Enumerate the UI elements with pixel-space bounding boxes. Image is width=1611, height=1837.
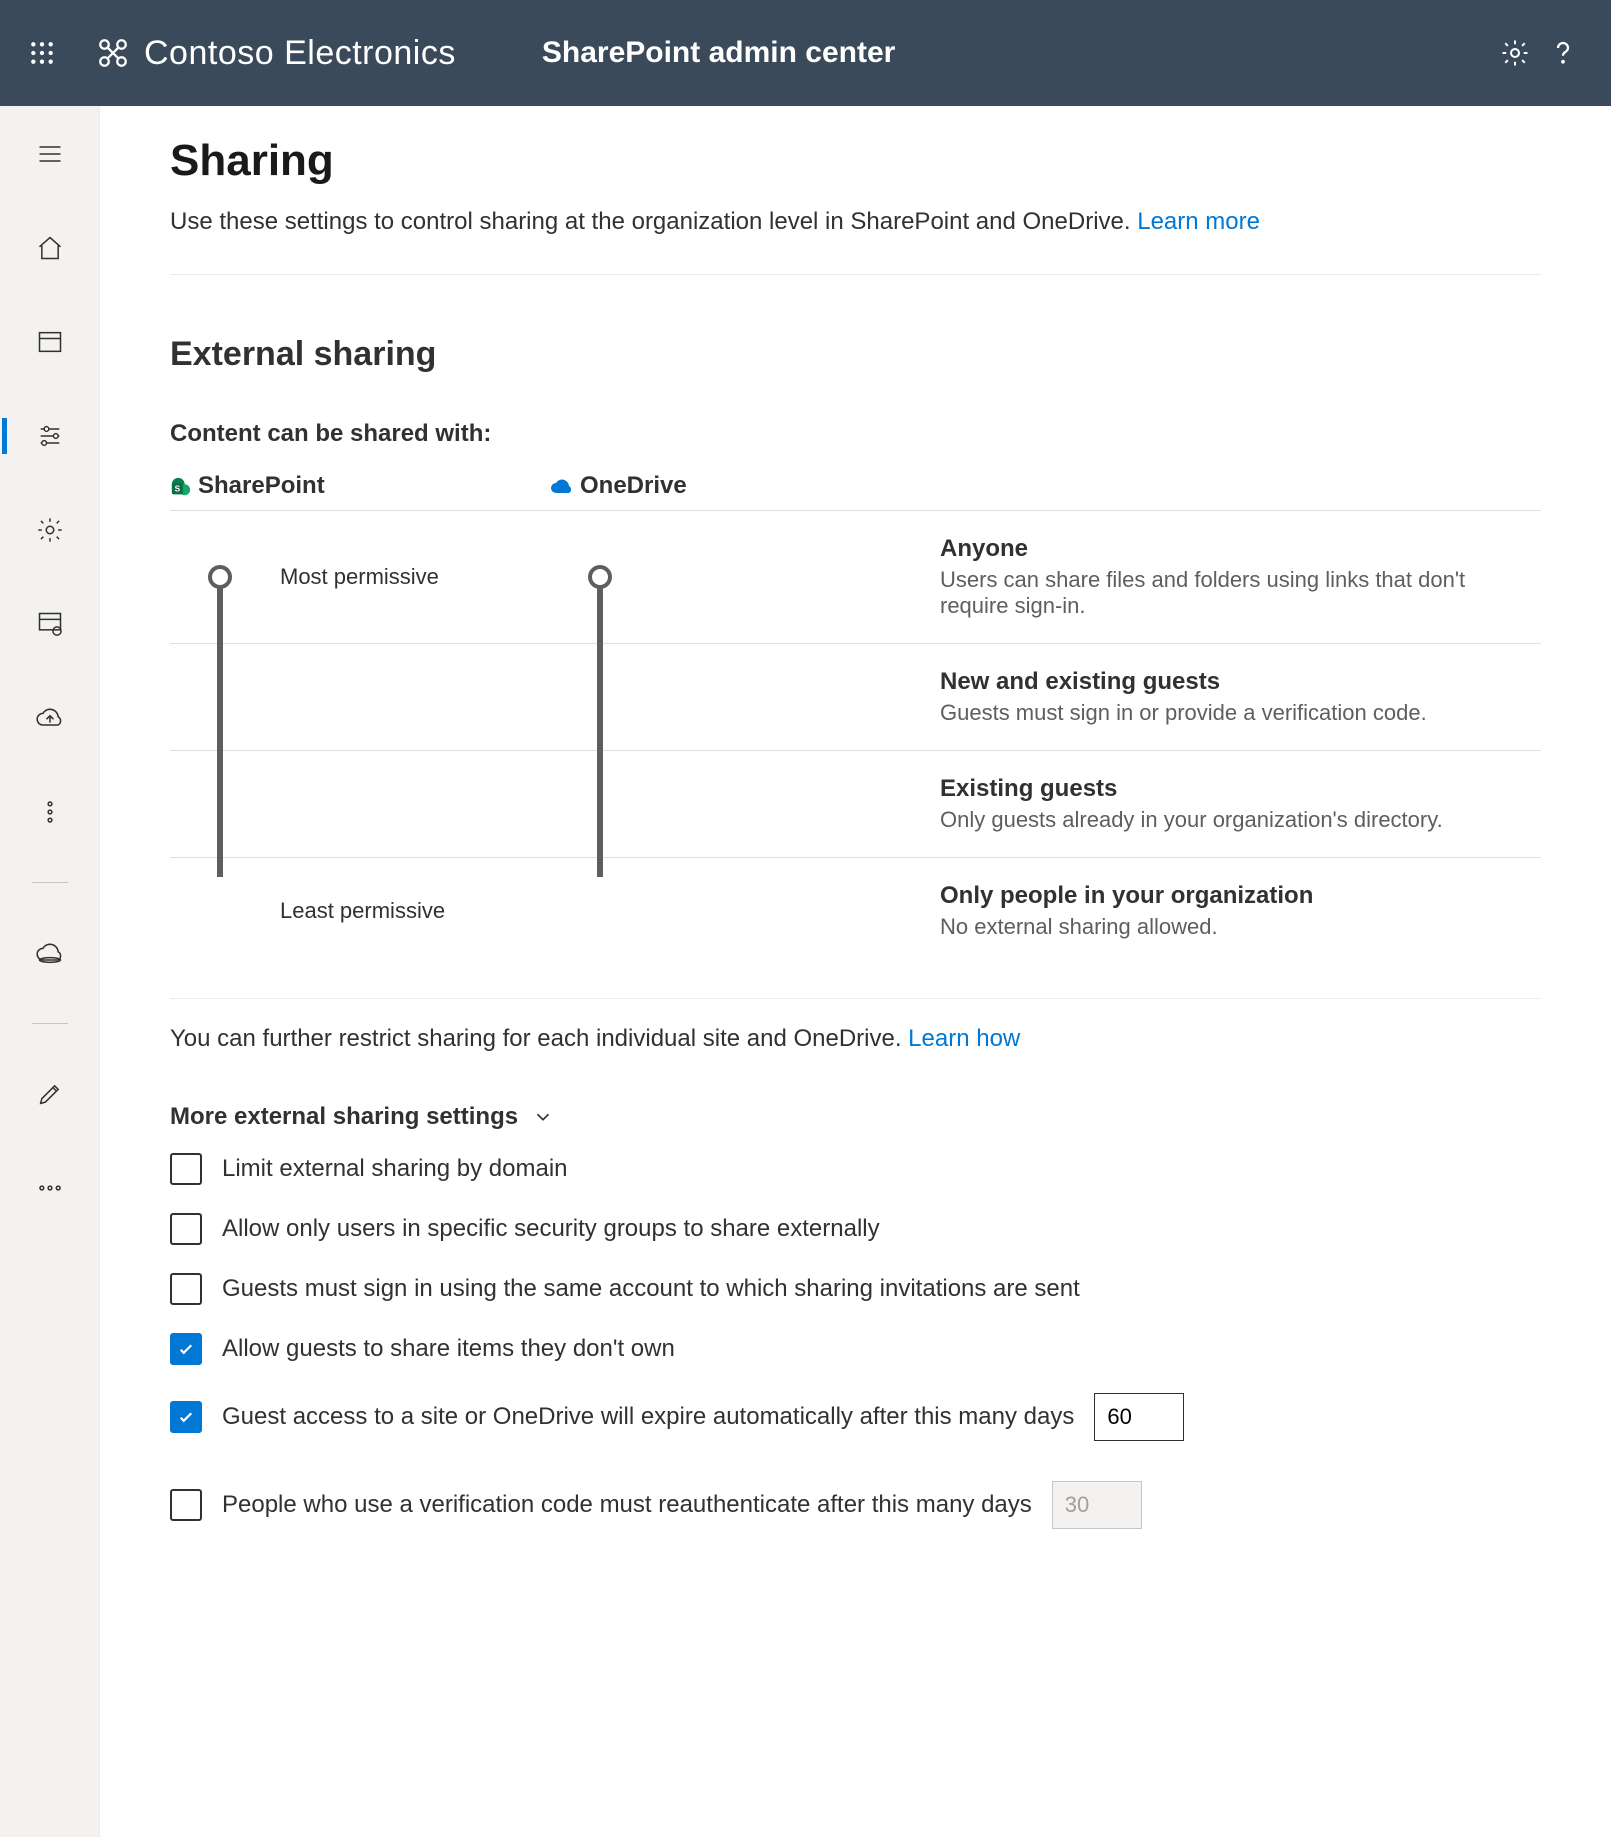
learn-how-link[interactable]: Learn how	[908, 1025, 1020, 1052]
onedrive-column-header: OneDrive	[550, 472, 930, 511]
sharepoint-column-header: S SharePoint	[170, 472, 550, 511]
sharepoint-slider-anyone[interactable]	[170, 511, 270, 644]
help-icon	[1548, 38, 1578, 68]
label-same-account: Guests must sign in using the same accou…	[222, 1275, 1080, 1303]
nav-divider	[32, 882, 68, 883]
main-content: Sharing Use these settings to control sh…	[100, 106, 1611, 1837]
page-description-text: Use these settings to control sharing at…	[170, 208, 1137, 235]
sharepoint-icon: S	[170, 476, 192, 498]
page-heading: Sharing	[170, 136, 1541, 186]
level-anyone-title: Anyone	[940, 535, 1531, 563]
sliders-icon	[36, 422, 64, 450]
nav-more[interactable]	[26, 788, 74, 836]
more-vertical-icon	[36, 798, 64, 826]
help-button[interactable]	[1539, 29, 1587, 77]
app-launcher-button[interactable]	[18, 40, 66, 66]
external-sharing-heading: External sharing	[170, 335, 1541, 374]
sharing-level-table: S SharePoint OneDrive	[170, 472, 1541, 964]
level-org-only-title: Only people in your organization	[940, 882, 1531, 910]
least-permissive-label: Least permissive	[270, 858, 550, 965]
left-nav	[0, 106, 100, 1837]
home-icon	[36, 234, 64, 262]
nav-migration[interactable]	[26, 694, 74, 742]
gear-icon	[36, 516, 64, 544]
nav-show-all[interactable]	[26, 1164, 74, 1212]
nav-home[interactable]	[26, 224, 74, 272]
nav-sites[interactable]	[26, 318, 74, 366]
label-reauth: People who use a verification code must …	[222, 1491, 1032, 1519]
page-description: Use these settings to control sharing at…	[170, 204, 1541, 275]
level-org-only-desc: No external sharing allowed.	[940, 914, 1531, 940]
checkbox-same-account[interactable]	[170, 1273, 202, 1305]
label-limit-domain: Limit external sharing by domain	[222, 1155, 568, 1183]
most-permissive-label: Most permissive	[270, 511, 550, 644]
window-icon	[36, 328, 64, 356]
cloud-upload-icon	[36, 704, 64, 732]
level-existing-guests-desc: Only guests already in your organization…	[940, 807, 1531, 833]
nav-divider	[32, 1023, 68, 1024]
nav-menu-toggle[interactable]	[26, 130, 74, 178]
app-title: SharePoint admin center	[542, 36, 895, 70]
checkbox-guests-share[interactable]	[170, 1333, 202, 1365]
level-new-guests-desc: Guests must sign in or provide a verific…	[940, 700, 1531, 726]
svg-text:S: S	[175, 484, 181, 493]
gear-icon	[1500, 38, 1530, 68]
onedrive-slider-anyone[interactable]	[550, 511, 650, 644]
settings-button[interactable]	[1491, 29, 1539, 77]
more-settings-title: More external sharing settings	[170, 1103, 518, 1131]
page-gear-icon	[36, 610, 64, 638]
reauth-days-input	[1052, 1481, 1142, 1529]
learn-more-link[interactable]: Learn more	[1137, 208, 1260, 235]
org-brand: Contoso Electronics	[96, 34, 456, 73]
level-anyone-desc: Users can share files and folders using …	[940, 567, 1531, 619]
waffle-icon	[29, 40, 55, 66]
chevron-down-icon	[532, 1106, 554, 1128]
more-settings-list: Limit external sharing by domain Allow o…	[170, 1153, 1541, 1529]
org-logo-icon	[96, 36, 130, 70]
more-horizontal-icon	[36, 1174, 64, 1202]
more-settings-expander[interactable]: More external sharing settings	[170, 1103, 1541, 1131]
org-name: Contoso Electronics	[144, 34, 456, 73]
content-shared-with-label: Content can be shared with:	[170, 420, 1541, 448]
nav-onedrive[interactable]	[26, 929, 74, 977]
onedrive-icon	[550, 476, 574, 498]
pencil-icon	[36, 1080, 64, 1108]
nav-policies[interactable]	[26, 412, 74, 460]
nav-customize[interactable]	[26, 1070, 74, 1118]
checkbox-limit-domain[interactable]	[170, 1153, 202, 1185]
level-new-guests-title: New and existing guests	[940, 668, 1531, 696]
top-bar: Contoso Electronics SharePoint admin cen…	[0, 0, 1611, 106]
restrict-note: You can further restrict sharing for eac…	[170, 998, 1541, 1053]
restrict-note-text: You can further restrict sharing for eac…	[170, 1025, 908, 1052]
checkbox-guest-expire[interactable]	[170, 1401, 202, 1433]
onedrive-label: OneDrive	[580, 472, 687, 499]
checkbox-reauth[interactable]	[170, 1489, 202, 1521]
cloud-icon	[36, 939, 64, 967]
checkbox-security-groups[interactable]	[170, 1213, 202, 1245]
label-security-groups: Allow only users in specific security gr…	[222, 1215, 880, 1243]
level-existing-guests-title: Existing guests	[940, 775, 1531, 803]
nav-content-services[interactable]	[26, 600, 74, 648]
sharepoint-label: SharePoint	[198, 472, 325, 499]
hamburger-icon	[36, 140, 64, 168]
label-guests-share: Allow guests to share items they don't o…	[222, 1335, 675, 1363]
nav-settings[interactable]	[26, 506, 74, 554]
guest-expire-days-input[interactable]	[1094, 1393, 1184, 1441]
label-guest-expire: Guest access to a site or OneDrive will …	[222, 1403, 1074, 1431]
